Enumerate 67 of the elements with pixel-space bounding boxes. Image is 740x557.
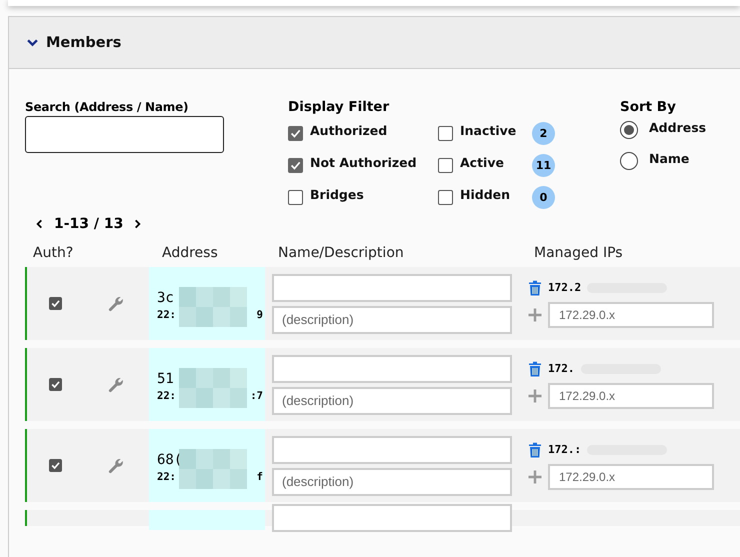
column-header: Name/Description	[278, 245, 405, 261]
page-range: 1-13 / 13	[54, 216, 124, 232]
checkbox[interactable]	[48, 378, 62, 391]
checkbox[interactable]	[438, 158, 453, 172]
checkbox[interactable]	[438, 126, 453, 140]
radio-label: Address	[649, 120, 706, 134]
field-label: Search (Address / Name)	[25, 100, 190, 114]
address-text: 22:	[157, 390, 176, 402]
address-text: :7	[250, 390, 263, 402]
count-badge: 11	[532, 154, 555, 176]
address-text: 3c	[157, 290, 174, 306]
ip-field[interactable]: 172.29.0.x	[548, 464, 714, 490]
count-badge: 2	[532, 122, 555, 144]
address-text: 9	[256, 309, 263, 321]
trash-icon[interactable]	[528, 360, 542, 376]
checkbox[interactable]	[48, 297, 62, 310]
section-title: Display Filter	[288, 99, 390, 115]
wrench-icon[interactable]	[107, 294, 125, 312]
radio-button[interactable]	[620, 121, 638, 139]
description-field[interactable]: (description)	[272, 386, 512, 414]
address-text: 51	[157, 371, 174, 387]
ip-address: 172.:	[548, 443, 582, 456]
radio-label: Name	[649, 150, 690, 166]
section-title: Sort By	[620, 99, 677, 115]
ip-address: 172.	[548, 362, 574, 375]
trash-icon[interactable]	[528, 442, 542, 458]
radio-button[interactable]	[620, 152, 638, 170]
ip-field[interactable]: 172.29.0.x	[548, 382, 714, 408]
panel-header[interactable]: Members	[9, 17, 740, 69]
checkbox-label: Bridges	[310, 186, 365, 202]
panel-title: Members	[46, 34, 122, 50]
blurred-text	[179, 449, 247, 489]
count-badge: 0	[532, 186, 555, 208]
checkbox-label: Active	[460, 154, 505, 170]
name-field[interactable]	[272, 504, 512, 532]
checkbox[interactable]	[288, 190, 303, 204]
description-field[interactable]: (description)	[272, 306, 512, 334]
checkbox[interactable]	[288, 158, 303, 172]
checkbox-label: Hidden	[460, 186, 512, 202]
wrench-icon[interactable]	[107, 376, 125, 394]
column-header: Managed IPs	[534, 245, 623, 261]
address-text: 68(	[157, 452, 182, 468]
blurred-text	[179, 287, 247, 327]
address-text: 22:	[157, 309, 176, 321]
blurred-text	[179, 368, 247, 408]
chevron-left-icon[interactable]	[35, 219, 44, 229]
description-field[interactable]: (description)	[272, 468, 512, 496]
name-field[interactable]	[272, 274, 512, 302]
ip-address: 172.2	[548, 281, 582, 294]
chevron-down-icon[interactable]	[27, 37, 38, 48]
checkbox[interactable]	[438, 190, 453, 204]
checkbox-label: Authorized	[310, 122, 388, 138]
column-header: Auth?	[32, 245, 74, 261]
wrench-icon[interactable]	[107, 456, 125, 474]
checkbox-label: Not Authorized	[310, 154, 418, 170]
address-text: 22:	[157, 471, 176, 483]
name-field[interactable]	[272, 436, 512, 464]
checkbox[interactable]	[288, 126, 303, 140]
search-field[interactable]	[25, 116, 224, 153]
name-field[interactable]	[272, 354, 512, 382]
checkbox[interactable]	[48, 459, 62, 472]
checkbox-label: Inactive	[460, 122, 518, 138]
trash-icon[interactable]	[528, 280, 542, 296]
column-header: Address	[162, 245, 219, 261]
chevron-right-icon[interactable]	[133, 219, 142, 229]
address-text: f	[256, 471, 263, 483]
ip-field[interactable]: 172.29.0.x	[548, 302, 714, 328]
